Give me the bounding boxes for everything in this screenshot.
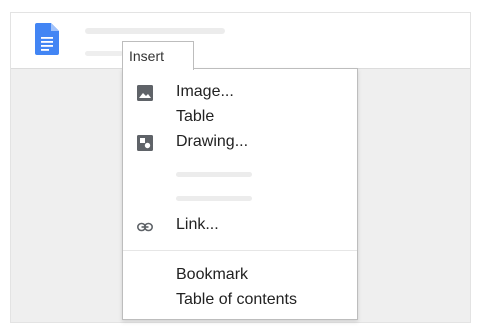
menu-item-label: Drawing... (176, 133, 249, 150)
docs-logo-icon[interactable] (35, 23, 59, 55)
menu-item-table[interactable]: Table (123, 106, 357, 128)
insert-menu-label: Insert (129, 48, 165, 64)
menu-item-placeholder (176, 172, 252, 177)
menu-item-drawing[interactable]: Drawing... (123, 131, 357, 153)
menu-item-table-of-contents[interactable]: Table of contents (123, 289, 357, 311)
insert-dropdown-menu: Image... Table Drawing... Link... Bookma… (122, 68, 358, 320)
header-bar (11, 13, 470, 69)
menu-divider (123, 250, 357, 251)
menu-item-placeholder (176, 196, 252, 201)
menu-item-bookmark[interactable]: Bookmark (123, 264, 357, 286)
menu-item-placeholder (85, 51, 123, 56)
menu-item-label: Image... (176, 83, 234, 100)
image-icon (137, 85, 153, 101)
drawing-icon (137, 135, 153, 151)
link-icon (137, 222, 153, 232)
menu-item-label: Table of contents (176, 291, 297, 308)
menu-item-label: Link... (176, 216, 219, 233)
insert-menu-tab[interactable]: Insert (122, 41, 194, 70)
menu-item-label: Table (176, 108, 215, 125)
document-title-placeholder (85, 28, 225, 34)
menu-item-label: Bookmark (176, 266, 249, 283)
menu-item-link[interactable]: Link... (123, 214, 357, 236)
menu-item-image[interactable]: Image... (123, 81, 357, 103)
